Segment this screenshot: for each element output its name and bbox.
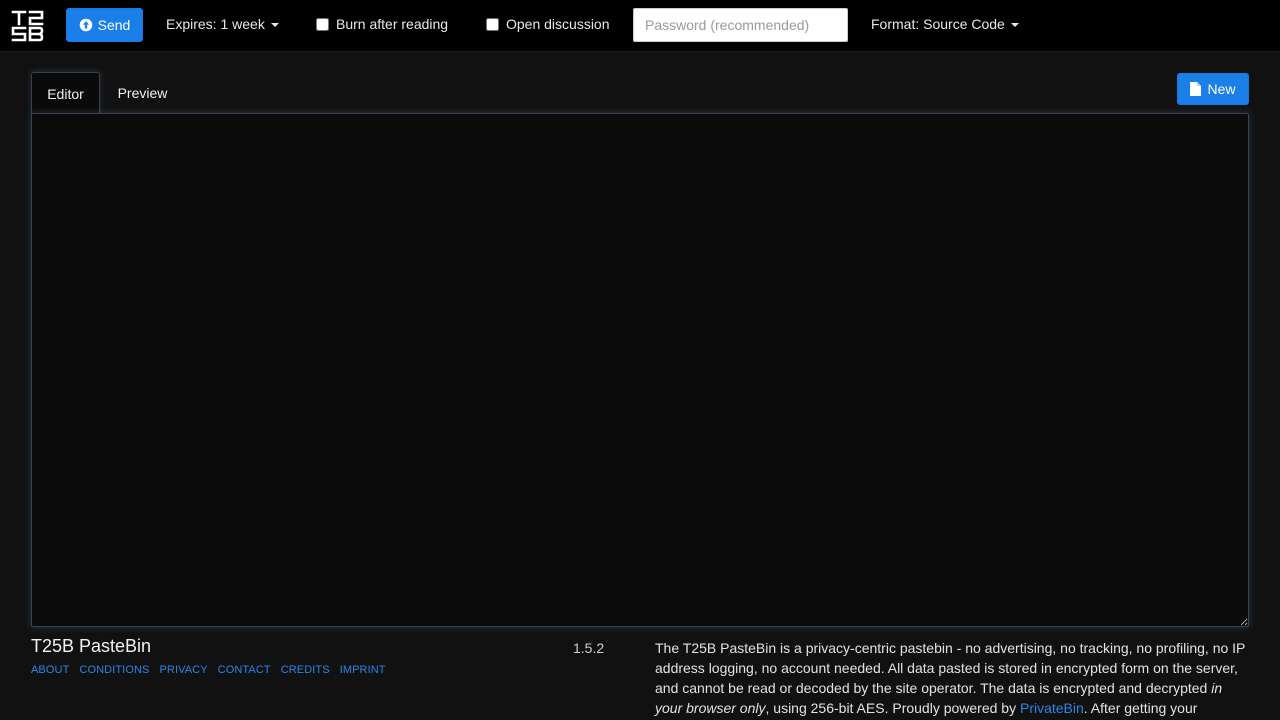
file-icon <box>1190 82 1202 96</box>
footer-links: ABOUT CONDITIONS PRIVACY CONTACT CREDITS… <box>31 664 386 676</box>
footer-link-contact[interactable]: CONTACT <box>218 664 271 676</box>
footer-link-privacy[interactable]: PRIVACY <box>159 664 207 676</box>
tab-preview-label: Preview <box>117 85 168 101</box>
footer-link-credits[interactable]: CREDITS <box>281 664 330 676</box>
editor-tabs: Editor Preview <box>31 72 431 114</box>
t25b-logo[interactable] <box>11 9 45 43</box>
expires-label: Expires: 1 week <box>166 16 265 32</box>
site-title: T25B PasteBin <box>31 636 152 656</box>
new-paste-label: New <box>1207 81 1236 97</box>
caret-down-icon <box>1010 22 1019 27</box>
paste-editor-textarea[interactable] <box>31 113 1249 627</box>
send-button[interactable]: Send <box>66 8 143 42</box>
privatebin-link[interactable]: PrivateBin <box>1020 700 1084 716</box>
navbar: Send Expires: 1 week Burn after reading … <box>0 0 1280 52</box>
about-text-part: The T25B PasteBin is a privacy-centric p… <box>655 640 1246 696</box>
about-text-part: . After getting your <box>1083 700 1198 716</box>
send-label: Send <box>97 17 131 33</box>
about-text: The T25B PasteBin is a privacy-centric p… <box>655 638 1251 718</box>
burn-after-reading-option[interactable]: Burn after reading <box>316 16 448 32</box>
tab-editor[interactable]: Editor <box>31 72 100 114</box>
new-paste-button[interactable]: New <box>1177 73 1249 105</box>
upload-circle-icon <box>79 18 92 32</box>
password-input[interactable] <box>633 8 848 42</box>
expires-dropdown[interactable]: Expires: 1 week <box>166 16 279 32</box>
footer-link-imprint[interactable]: IMPRINT <box>340 664 386 676</box>
format-dropdown[interactable]: Format: Source Code <box>871 16 1019 32</box>
footer-link-conditions[interactable]: CONDITIONS <box>79 664 149 676</box>
open-discussion-label: Open discussion <box>506 16 610 32</box>
open-discussion-checkbox[interactable] <box>486 17 499 31</box>
burn-after-reading-label: Burn after reading <box>336 16 449 32</box>
tab-preview[interactable]: Preview <box>106 72 179 114</box>
about-text-part: , using 256-bit AES. Proudly powered by <box>765 700 1020 716</box>
footer-link-about[interactable]: ABOUT <box>31 664 69 676</box>
format-label: Format: Source Code <box>871 16 1005 32</box>
caret-down-icon <box>270 22 279 27</box>
burn-after-reading-checkbox[interactable] <box>316 17 329 31</box>
version-number: 1.5.2 <box>573 640 605 656</box>
tab-editor-label: Editor <box>47 85 84 102</box>
open-discussion-option[interactable]: Open discussion <box>486 16 610 32</box>
